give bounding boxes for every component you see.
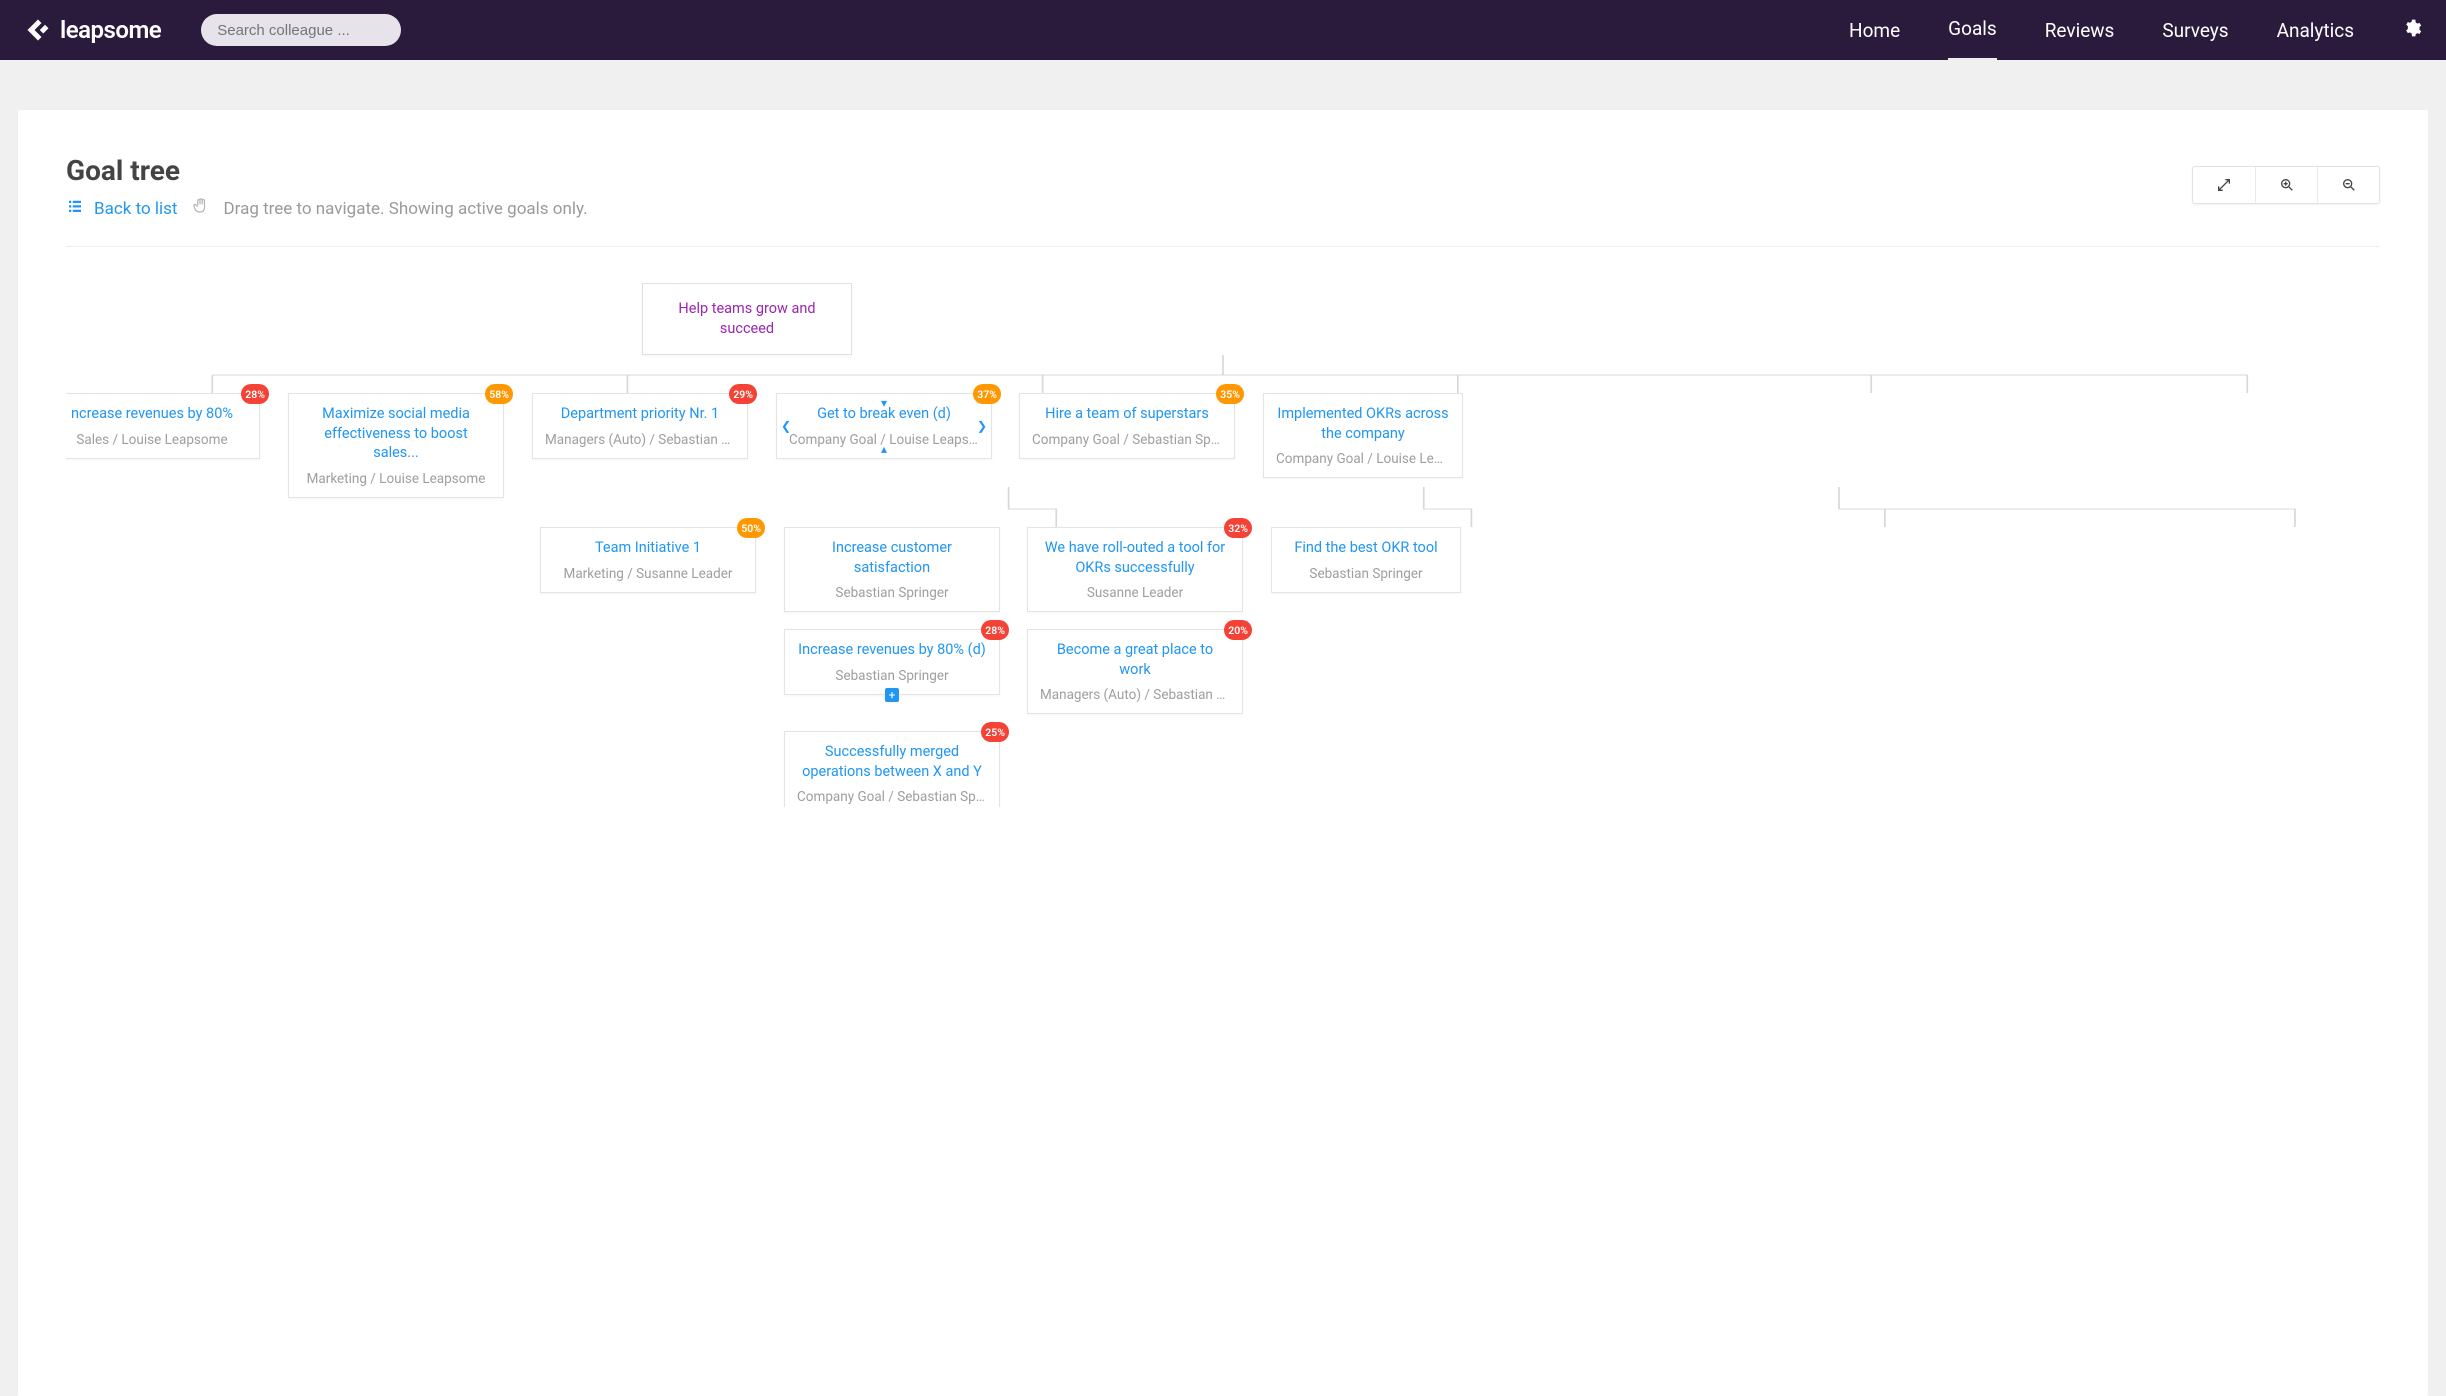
page-hint: Drag tree to navigate. Showing active go… [223, 199, 587, 219]
goal-meta: Sebastian Springer [1284, 566, 1448, 582]
goal-root-node[interactable]: Help teams grow and succeed [642, 283, 852, 355]
back-to-list-link[interactable]: Back to list [66, 197, 177, 220]
progress-badge: 25% [981, 722, 1009, 742]
zoom-out-icon [2341, 177, 2357, 193]
chevron-down-icon[interactable]: ▾ [881, 396, 887, 410]
progress-badge: 35% [1216, 384, 1244, 404]
zoom-in-button[interactable] [2255, 167, 2317, 203]
progress-badge: 28% [241, 384, 269, 404]
goal-meta: Company Goal / Sebastian Springer [1032, 432, 1222, 448]
goal-node[interactable]: Increase customer satisfaction Sebastian… [784, 527, 1000, 612]
goal-title[interactable]: Increase revenues by 80% (d) [797, 640, 987, 660]
goal-node[interactable]: Find the best OKR tool Sebastian Springe… [1271, 527, 1461, 593]
goal-meta: Sebastian Springer [797, 585, 987, 601]
goal-node[interactable]: 32% We have roll-outed a tool for OKRs s… [1027, 527, 1243, 612]
brand-name: leapsome [60, 16, 161, 44]
page-subheader: Back to list Drag tree to navigate. Show… [66, 197, 2380, 220]
leapsome-icon [24, 16, 52, 44]
goal-meta: Company Goal / Sebastian Springer [797, 789, 987, 805]
chevron-up-icon[interactable]: ▴ [881, 442, 887, 456]
progress-badge: 29% [729, 384, 757, 404]
gear-icon [2402, 18, 2422, 38]
fullscreen-button[interactable] [2193, 167, 2255, 203]
add-child-button[interactable]: + [885, 688, 899, 702]
nav-reviews[interactable]: Reviews [2045, 1, 2115, 60]
goal-meta: Sales / Louise Leapsome [66, 432, 247, 448]
page-title: Goal tree [66, 154, 2380, 187]
goal-title[interactable]: ncrease revenues by 80% [66, 404, 247, 424]
goal-node[interactable]: 25% Successfully merged operations betwe… [784, 731, 1000, 807]
goal-meta: Marketing / Louise Leapsome [301, 471, 491, 487]
fullscreen-icon [2216, 177, 2232, 193]
goal-node[interactable]: 50% Team Initiative 1 Marketing / Susann… [540, 527, 756, 593]
goal-meta: Company Goal / Louise Leapso [1276, 451, 1450, 467]
goal-node[interactable]: 28% ncrease revenues by 80% Sales / Loui… [66, 393, 260, 459]
nav-goals[interactable]: Goals [1948, 0, 1997, 61]
nav-analytics[interactable]: Analytics [2277, 1, 2354, 60]
goal-title[interactable]: We have roll-outed a tool for OKRs succe… [1040, 538, 1230, 577]
goal-node[interactable]: 20% Become a great place to work Manager… [1027, 629, 1243, 714]
goal-node[interactable]: 37% ▾ ❮ ❯ ▴ Get to break even (d) Compan… [776, 393, 992, 459]
chevron-left-icon[interactable]: ❮ [781, 419, 791, 433]
top-navbar: leapsome Home Goals Reviews Surveys Anal… [0, 0, 2446, 60]
progress-badge: 50% [737, 518, 765, 538]
zoom-in-icon [2279, 177, 2295, 193]
goal-meta: Managers (Auto) / Sebastian Sprin... [545, 432, 735, 448]
goal-meta: Marketing / Susanne Leader [553, 566, 743, 582]
chevron-right-icon[interactable]: ❯ [977, 419, 987, 433]
goal-node[interactable]: 28% Increase revenues by 80% (d) Sebasti… [784, 629, 1000, 695]
settings-button[interactable] [2402, 18, 2422, 43]
goal-node[interactable]: 29% Department priority Nr. 1 Managers (… [532, 393, 748, 459]
progress-badge: 32% [1224, 518, 1252, 538]
progress-badge: 20% [1224, 620, 1252, 640]
goal-title[interactable]: Find the best OKR tool [1284, 538, 1448, 558]
search-wrapper [201, 14, 401, 46]
back-to-list-label: Back to list [94, 199, 177, 219]
goal-title[interactable]: Maximize social media effectiveness to b… [301, 404, 491, 463]
goal-node[interactable]: 58% Maximize social media effectiveness … [288, 393, 504, 498]
goal-title[interactable]: Increase customer satisfaction [797, 538, 987, 577]
hand-icon [191, 197, 209, 220]
zoom-out-button[interactable] [2317, 167, 2379, 203]
brand-logo[interactable]: leapsome [24, 16, 161, 44]
goal-title[interactable]: Team Initiative 1 [553, 538, 743, 558]
goal-node[interactable]: Implemented OKRs across the company Comp… [1263, 393, 1463, 478]
main-panel: Goal tree Back to list Drag tree to navi… [18, 110, 2428, 1396]
progress-badge: 28% [981, 620, 1009, 640]
goal-title[interactable]: Hire a team of superstars [1032, 404, 1222, 424]
goal-title[interactable]: Department priority Nr. 1 [545, 404, 735, 424]
goal-title[interactable]: Successfully merged operations between X… [797, 742, 987, 781]
progress-badge: 37% [973, 384, 1001, 404]
zoom-controls [2192, 166, 2380, 204]
goal-meta: Managers (Auto) / Sebastian Sprin... [1040, 687, 1230, 703]
progress-badge: 58% [485, 384, 513, 404]
goal-tree-canvas[interactable]: Help teams grow and succeed 28% ncrease … [66, 247, 2380, 807]
search-input[interactable] [201, 14, 401, 46]
goal-title[interactable]: Implemented OKRs across the company [1276, 404, 1450, 443]
primary-nav: Home Goals Reviews Surveys Analytics [1849, 0, 2422, 61]
goal-meta: Susanne Leader [1040, 585, 1230, 601]
nav-surveys[interactable]: Surveys [2162, 1, 2228, 60]
list-icon [66, 197, 84, 220]
nav-home[interactable]: Home [1849, 1, 1900, 60]
goal-meta: Sebastian Springer [797, 668, 987, 684]
goal-node[interactable]: 35% Hire a team of superstars Company Go… [1019, 393, 1235, 459]
goal-title[interactable]: Help teams grow and succeed [655, 299, 839, 338]
goal-title[interactable]: Become a great place to work [1040, 640, 1230, 679]
